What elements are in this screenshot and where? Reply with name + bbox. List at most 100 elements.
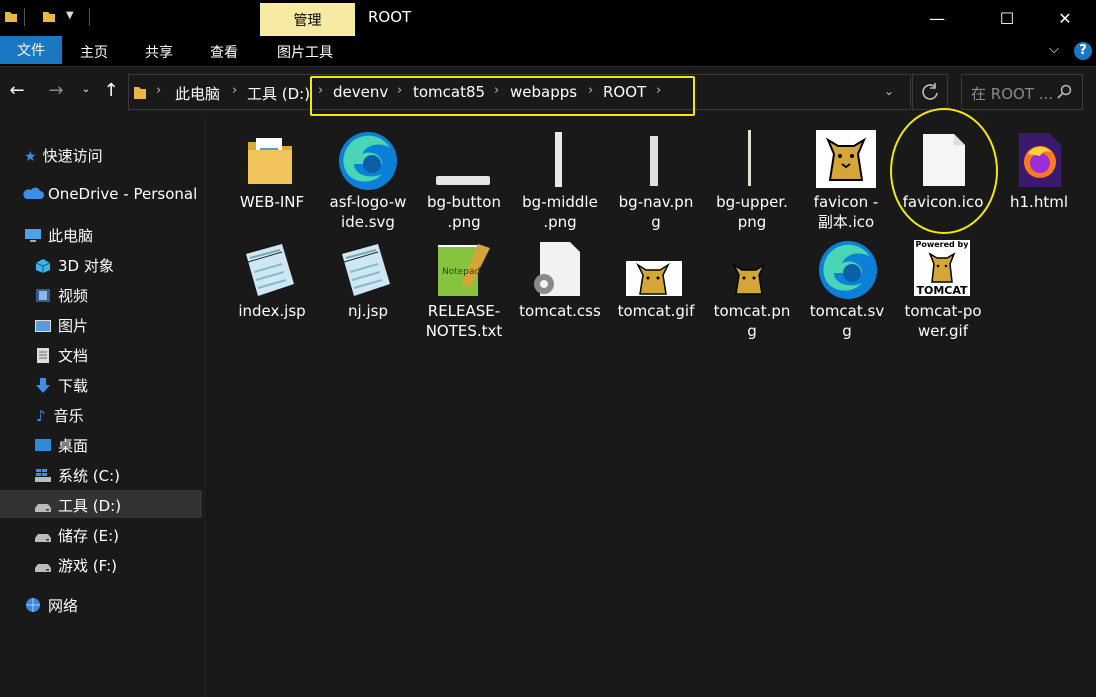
file-name: h1.html	[1010, 193, 1068, 211]
css-file-icon[interactable]	[532, 240, 582, 302]
sidebar-item-label: 音乐	[53, 407, 84, 425]
expand-ribbon-icon[interactable]: ⌵	[1049, 42, 1059, 57]
file-name: png	[737, 213, 767, 231]
file-item-web-inf[interactable]: WEB-INF	[226, 192, 318, 212]
divider	[24, 8, 25, 26]
download-icon	[36, 378, 50, 393]
notepad-icon[interactable]	[336, 242, 394, 302]
chevron-right-icon[interactable]: ›	[156, 83, 161, 98]
sidebar-item-drive-f[interactable]: 游戏 (F:)	[34, 555, 117, 576]
file-item-index-jsp[interactable]: index.jsp	[226, 301, 318, 321]
image-thumbnail[interactable]	[650, 136, 658, 186]
file-item-tomcat-gif[interactable]: tomcat.gif	[610, 301, 702, 321]
notepad-icon[interactable]	[240, 242, 298, 302]
sidebar-item-music[interactable]: ♪ 音乐	[34, 405, 84, 426]
address-dropdown-icon[interactable]: ⌄	[884, 84, 894, 98]
edge-icon[interactable]	[816, 239, 880, 305]
file-item-bg-middle[interactable]: bg-middle .png	[514, 192, 606, 232]
new-folder-icon[interactable]	[42, 9, 56, 27]
drive-icon	[35, 504, 51, 512]
drive-icon	[35, 564, 51, 572]
edge-icon[interactable]	[336, 130, 400, 196]
folder-icon[interactable]	[4, 9, 18, 27]
image-thumbnail[interactable]	[436, 176, 490, 185]
computer-icon	[25, 229, 41, 242]
chevron-right-icon[interactable]: ›	[232, 83, 237, 98]
file-item-h1-html[interactable]: h1.html	[993, 192, 1085, 212]
image-thumbnail[interactable]	[555, 132, 562, 187]
file-item-favicon-copy[interactable]: favicon - 副本.ico	[800, 192, 892, 232]
sidebar-item-desktop[interactable]: 桌面	[34, 435, 88, 456]
tab-manage[interactable]: 管理	[260, 3, 355, 36]
film-icon	[36, 289, 50, 302]
file-item-nj-jsp[interactable]: nj.jsp	[322, 301, 414, 321]
sidebar-item-this-pc[interactable]: 此电脑	[24, 225, 93, 246]
folder-icon[interactable]	[246, 134, 294, 190]
tab-file[interactable]: 文件	[0, 36, 62, 64]
sidebar-item-3d-objects[interactable]: 3D 对象	[34, 255, 114, 276]
cube-icon	[35, 259, 51, 273]
tomcat-power-icon[interactable]: Powered by TOMCAT	[914, 240, 970, 297]
sidebar-item-drive-e[interactable]: 储存 (E:)	[34, 525, 119, 546]
powered-by-label: Powered by	[915, 240, 969, 249]
sidebar-item-downloads[interactable]: 下载	[34, 375, 88, 396]
sidebar-item-drive-c[interactable]: 系统 (C:)	[34, 465, 120, 486]
file-item-release-notes[interactable]: RELEASE- NOTES.txt	[418, 301, 510, 341]
sidebar-item-pictures[interactable]: 图片	[34, 315, 88, 336]
search-input[interactable]: 在 ROOT ...	[971, 83, 1053, 104]
file-item-tomcat-svg[interactable]: tomcat.sv g	[801, 301, 893, 341]
forward-button[interactable]: →	[44, 80, 68, 101]
minimize-button[interactable]: —	[914, 0, 960, 36]
file-name: wer.gif	[917, 322, 969, 340]
sidebar-item-network[interactable]: 网络	[24, 595, 78, 616]
file-name: nj.jsp	[348, 302, 388, 320]
file-name: bg-nav.pn	[618, 193, 694, 211]
file-item-tomcat-css[interactable]: tomcat.css	[514, 301, 606, 321]
sidebar-item-onedrive[interactable]: OneDrive - Personal	[22, 185, 197, 203]
file-item-tomcat-png[interactable]: tomcat.pn g	[706, 301, 798, 341]
tab-picture-tools[interactable]: 图片工具	[277, 42, 333, 62]
breadcrumb-this-pc[interactable]: 此电脑	[175, 83, 220, 104]
file-item-asf-logo[interactable]: asf-logo-w ide.svg	[322, 192, 414, 232]
sidebar-item-label: 图片	[58, 317, 89, 335]
help-icon[interactable]: ?	[1074, 42, 1092, 60]
file-item-bg-upper[interactable]: bg-upper. png	[706, 192, 798, 232]
file-item-bg-nav[interactable]: bg-nav.pn g	[610, 192, 702, 232]
tomcat-icon[interactable]	[626, 261, 682, 296]
quick-access-dropdown-icon[interactable]: ▼	[66, 10, 74, 21]
back-button[interactable]: ←	[5, 80, 29, 101]
divider	[204, 117, 205, 697]
sidebar-item-label: 下载	[58, 377, 89, 395]
sidebar-item-label: 3D 对象	[58, 257, 114, 275]
refresh-button[interactable]	[912, 74, 948, 110]
notepad-plus-icon[interactable]: Notepad	[434, 240, 494, 304]
tab-view[interactable]: 查看	[210, 42, 238, 62]
file-name: 副本.ico	[817, 213, 875, 231]
sidebar-item-videos[interactable]: 视频	[34, 285, 88, 306]
tab-home[interactable]: 主页	[80, 42, 108, 62]
sidebar-item-label: 游戏 (F:)	[58, 557, 117, 575]
maximize-button[interactable]: ☐	[984, 0, 1030, 36]
file-name: ide.svg	[341, 213, 395, 231]
close-button[interactable]: ✕	[1042, 0, 1088, 36]
file-name: tomcat.css	[519, 302, 601, 320]
breadcrumb-drive-d[interactable]: 工具 (D:)	[247, 83, 310, 104]
tomcat-label: TOMCAT	[916, 284, 968, 297]
sidebar-item-documents[interactable]: 文档	[34, 345, 88, 366]
tomcat-icon[interactable]	[722, 261, 778, 296]
windows-drive-icon	[35, 469, 51, 482]
search-icon[interactable]	[1057, 84, 1072, 103]
file-item-tomcat-power[interactable]: tomcat-po wer.gif	[897, 301, 989, 341]
recent-locations-icon[interactable]: ⌄	[74, 84, 98, 95]
firefox-icon[interactable]	[1018, 132, 1062, 192]
tab-share[interactable]: 共享	[145, 42, 173, 62]
svg-text:Notepad: Notepad	[442, 267, 480, 277]
sidebar-item-drive-d[interactable]: 工具 (D:)	[34, 495, 121, 516]
up-button[interactable]: ↑	[99, 80, 123, 101]
file-name: .png	[447, 213, 481, 231]
tomcat-icon[interactable]	[816, 130, 876, 188]
file-item-bg-button[interactable]: bg-button .png	[418, 192, 510, 232]
sidebar-item-quick-access[interactable]: ★ 快速访问	[24, 145, 103, 166]
image-thumbnail[interactable]	[748, 130, 751, 186]
sidebar-item-label: 快速访问	[42, 147, 103, 165]
